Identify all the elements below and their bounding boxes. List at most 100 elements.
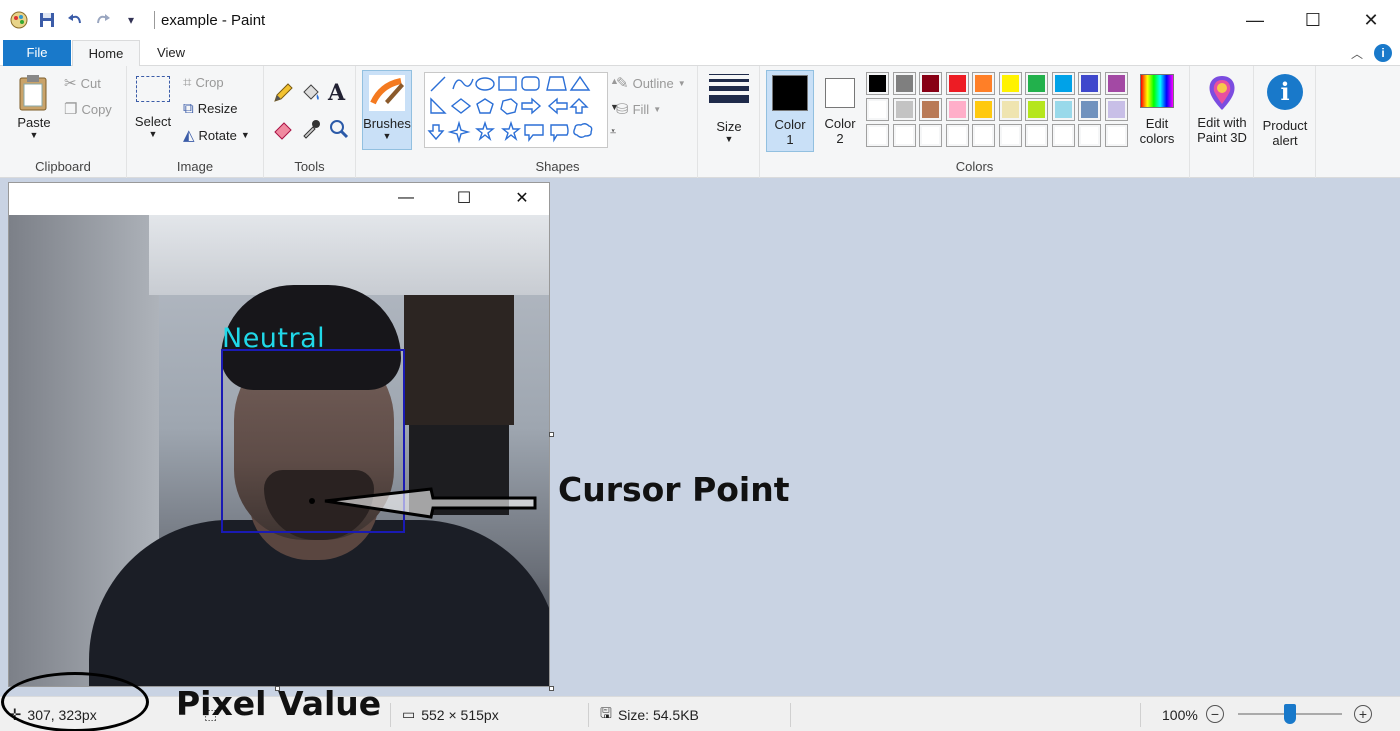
palette-swatch[interactable]	[1025, 72, 1048, 95]
palette-swatch[interactable]	[998, 72, 1022, 95]
color2-number: 2	[836, 131, 844, 146]
palette-swatch[interactable]	[1104, 124, 1128, 147]
crop-label: Crop	[195, 75, 224, 90]
outline-icon: ✎	[616, 75, 629, 92]
rotate-button[interactable]: ◭ Rotate ▼	[183, 126, 250, 144]
pencil-icon[interactable]	[272, 82, 294, 104]
maximize-button[interactable]: ☐	[1284, 0, 1342, 40]
crop-icon: ⌗	[183, 74, 192, 91]
close-button[interactable]: ✕	[1342, 0, 1400, 40]
edit-colors-label: Edit	[1145, 116, 1169, 131]
edit-colors-label-2: colors	[1139, 131, 1175, 146]
paint3d-group: Edit with Paint 3D	[1190, 66, 1254, 178]
paste-icon	[19, 75, 47, 111]
canvas-workspace[interactable]: — ☐ ✕ Neutral Cursor Point	[0, 178, 1400, 696]
paint-canvas[interactable]: — ☐ ✕ Neutral	[8, 182, 550, 687]
collapse-ribbon-button[interactable]: ︿	[1348, 44, 1366, 62]
redo-icon[interactable]	[92, 9, 114, 31]
outline-button[interactable]: ✎ Outline ▼	[616, 74, 686, 92]
palette-swatch[interactable]	[866, 98, 889, 121]
palette-swatch[interactable]	[1051, 72, 1075, 95]
zoom-slider-thumb[interactable]	[1284, 704, 1296, 724]
outline-dropdown-icon: ▼	[677, 78, 686, 88]
select-icon	[136, 76, 170, 102]
resize-button[interactable]: ⧉ Resize	[183, 100, 237, 117]
cut-button[interactable]: ✂ Cut	[64, 74, 101, 92]
color1-button[interactable]: Color 1	[766, 70, 814, 152]
edit-colors-button[interactable]: Edit colors	[1134, 70, 1180, 152]
eraser-icon[interactable]	[272, 118, 294, 140]
undo-icon[interactable]	[64, 9, 86, 31]
palette-swatch[interactable]	[892, 124, 916, 147]
tab-home[interactable]: Home	[72, 40, 140, 67]
product-alert-button[interactable]: i Product alert	[1256, 74, 1314, 148]
size-button[interactable]: Size ▼	[708, 74, 750, 144]
palette-swatch[interactable]	[1078, 124, 1101, 147]
palette-swatch[interactable]	[919, 98, 942, 121]
magnifier-icon[interactable]	[328, 118, 350, 140]
canvas-resize-handle-corner[interactable]	[549, 686, 554, 691]
color-picker-icon[interactable]	[300, 118, 322, 140]
palette-swatch[interactable]	[1104, 72, 1128, 95]
color2-button[interactable]: Color 2	[816, 70, 864, 152]
palette-swatch[interactable]	[998, 98, 1022, 121]
palette-swatch[interactable]	[945, 72, 969, 95]
palette-swatch[interactable]	[892, 72, 916, 95]
captured-close-icon: ✕	[515, 190, 529, 207]
palette-swatch[interactable]	[945, 124, 969, 147]
palette-swatch[interactable]	[1025, 124, 1048, 147]
palette-swatch[interactable]	[1078, 98, 1101, 121]
fill-button[interactable]: ⛁ Fill ▼	[616, 100, 661, 118]
canvas-resize-handle-right[interactable]	[549, 432, 554, 437]
help-button[interactable]: i	[1374, 44, 1392, 62]
palette-swatch[interactable]	[1104, 98, 1128, 121]
minimize-button[interactable]: —	[1226, 0, 1284, 40]
palette-swatch[interactable]	[998, 124, 1022, 147]
palette-swatch[interactable]	[972, 98, 995, 121]
quick-access-toolbar: ▾	[8, 9, 161, 31]
brushes-button[interactable]: Brushes ▼	[362, 70, 412, 150]
palette-swatch[interactable]	[866, 72, 889, 95]
palette-swatch[interactable]	[892, 98, 916, 121]
select-dropdown-icon[interactable]: ▼	[133, 129, 173, 139]
zoom-in-button[interactable]: +	[1354, 705, 1372, 723]
palette-swatch[interactable]	[1051, 98, 1075, 121]
palette-swatch[interactable]	[919, 72, 942, 95]
paste-label: Paste	[17, 115, 51, 130]
ribbon: Paste ▼ ✂ Cut ❐ Copy Clipboard Select ▼ …	[0, 66, 1400, 178]
zoom-out-button[interactable]: −	[1206, 705, 1224, 723]
resize-icon: ⧉	[183, 100, 194, 117]
paint3d-label-2: Paint 3D	[1197, 130, 1247, 145]
palette-swatch[interactable]	[972, 124, 995, 147]
paste-dropdown-icon[interactable]: ▼	[8, 130, 60, 140]
save-icon[interactable]	[36, 9, 58, 31]
info-icon: i	[1267, 74, 1303, 110]
image-size-icon: ▭	[402, 706, 416, 722]
text-tool-icon[interactable]: A	[328, 80, 345, 106]
palette-swatch[interactable]	[866, 124, 889, 147]
palette-swatch[interactable]	[919, 124, 942, 147]
tab-view[interactable]: View	[140, 40, 202, 66]
fill-bucket-icon[interactable]	[300, 82, 322, 104]
photo-cabinet	[404, 295, 514, 425]
shapes-gallery[interactable]	[424, 72, 608, 148]
rotate-icon: ◭	[183, 127, 195, 144]
palette-swatch[interactable]	[1078, 72, 1101, 95]
palette-swatch[interactable]	[972, 72, 995, 95]
shapes-expand[interactable]: ⩡	[610, 126, 616, 139]
crop-button[interactable]: ⌗ Crop	[183, 74, 224, 91]
palette-swatch[interactable]	[1025, 98, 1048, 121]
window-controls: — ☐ ✕	[1226, 0, 1400, 40]
customize-toolbar-dropdown[interactable]: ▾	[120, 9, 142, 31]
product-alert-label: Product	[1262, 118, 1308, 133]
paste-button[interactable]: Paste ▼	[8, 72, 60, 148]
edit-with-paint3d-button[interactable]: Edit with Paint 3D	[1192, 74, 1252, 145]
image-group: Select ▼ ⌗ Crop ⧉ Resize ◭ Rotate ▼ Imag…	[127, 66, 264, 178]
select-button[interactable]: Select ▼	[133, 76, 173, 139]
paint-app-icon[interactable]	[8, 9, 30, 31]
tab-file[interactable]: File	[3, 40, 71, 66]
palette-swatch[interactable]	[1051, 124, 1075, 147]
palette-swatch[interactable]	[945, 98, 969, 121]
ribbon-controls: ︿ i	[1348, 44, 1392, 62]
copy-button[interactable]: ❐ Copy	[64, 100, 112, 118]
